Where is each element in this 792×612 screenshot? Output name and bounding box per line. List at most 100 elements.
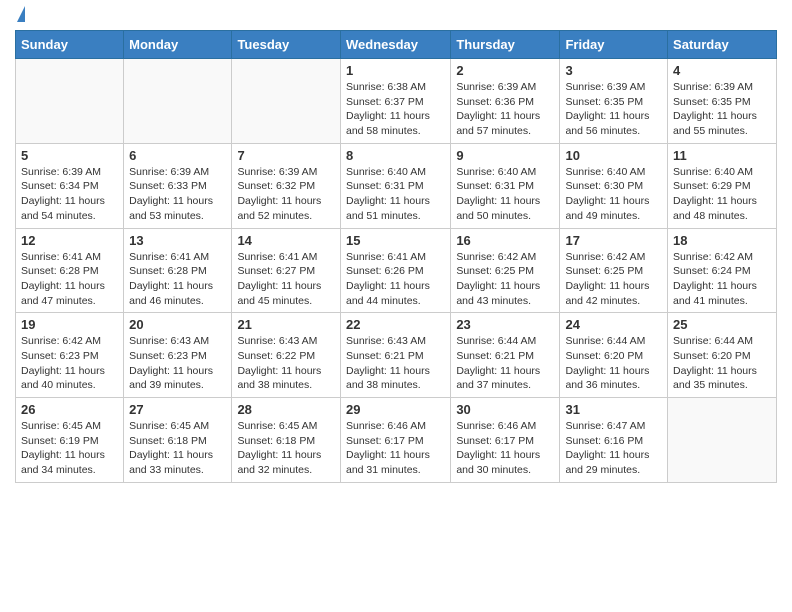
day-info: Sunrise: 6:40 AMSunset: 6:30 PMDaylight:…	[565, 165, 662, 224]
day-number: 25	[673, 317, 771, 332]
logo-text	[15, 10, 25, 22]
calendar-cell: 22 Sunrise: 6:43 AMSunset: 6:21 PMDayligh…	[340, 313, 450, 398]
calendar-cell: 3 Sunrise: 6:39 AMSunset: 6:35 PMDaylight…	[560, 59, 668, 144]
day-number: 5	[21, 148, 118, 163]
page: SundayMondayTuesdayWednesdayThursdayFrid…	[0, 0, 792, 612]
day-number: 10	[565, 148, 662, 163]
calendar-cell: 29 Sunrise: 6:46 AMSunset: 6:17 PMDayligh…	[340, 398, 450, 483]
day-info: Sunrise: 6:44 AMSunset: 6:20 PMDaylight:…	[673, 334, 771, 393]
calendar-cell: 27Sunrise: 6:45 AMSunset: 6:18 PMDayligh…	[124, 398, 232, 483]
day-number: 28	[237, 402, 335, 417]
day-info: Sunrise: 6:43 AMSunset: 6:23 PMDaylight:…	[129, 334, 226, 393]
calendar-cell	[232, 59, 341, 144]
day-info: Sunrise: 6:39 AMSunset: 6:35 PMDaylight:…	[673, 80, 771, 139]
calendar-cell: 25 Sunrise: 6:44 AMSunset: 6:20 PMDayligh…	[668, 313, 777, 398]
calendar-cell: 17 Sunrise: 6:42 AMSunset: 6:25 PMDayligh…	[560, 228, 668, 313]
calendar-cell: 1 Sunrise: 6:38 AMSunset: 6:37 PMDaylight…	[340, 59, 450, 144]
calendar-cell: 19 Sunrise: 6:42 AMSunset: 6:23 PMDayligh…	[16, 313, 124, 398]
calendar-cell: 4 Sunrise: 6:39 AMSunset: 6:35 PMDaylight…	[668, 59, 777, 144]
weekday-header-friday: Friday	[560, 31, 668, 59]
day-number: 16	[456, 233, 554, 248]
week-row-3: 19 Sunrise: 6:42 AMSunset: 6:23 PMDayligh…	[16, 313, 777, 398]
calendar-cell: 14Sunrise: 6:41 AMSunset: 6:27 PMDayligh…	[232, 228, 341, 313]
day-number: 31	[565, 402, 662, 417]
day-info: Sunrise: 6:38 AMSunset: 6:37 PMDaylight:…	[346, 80, 445, 139]
calendar-cell: 11 Sunrise: 6:40 AMSunset: 6:29 PMDayligh…	[668, 143, 777, 228]
day-info: Sunrise: 6:42 AMSunset: 6:23 PMDaylight:…	[21, 334, 118, 393]
logo	[15, 10, 25, 22]
weekday-header-row: SundayMondayTuesdayWednesdayThursdayFrid…	[16, 31, 777, 59]
day-info: Sunrise: 6:45 AMSunset: 6:18 PMDaylight:…	[237, 419, 335, 478]
calendar-cell	[124, 59, 232, 144]
day-number: 11	[673, 148, 771, 163]
day-info: Sunrise: 6:39 AMSunset: 6:35 PMDaylight:…	[565, 80, 662, 139]
day-info: Sunrise: 6:46 AMSunset: 6:17 PMDaylight:…	[456, 419, 554, 478]
calendar-cell: 21 Sunrise: 6:43 AMSunset: 6:22 PMDayligh…	[232, 313, 341, 398]
day-info: Sunrise: 6:41 AMSunset: 6:28 PMDaylight:…	[21, 250, 118, 309]
day-number: 15	[346, 233, 445, 248]
calendar-cell: 18Sunrise: 6:42 AMSunset: 6:24 PMDayligh…	[668, 228, 777, 313]
day-number: 9	[456, 148, 554, 163]
day-info: Sunrise: 6:42 AMSunset: 6:25 PMDaylight:…	[565, 250, 662, 309]
calendar-cell: 6Sunrise: 6:39 AMSunset: 6:33 PMDaylight…	[124, 143, 232, 228]
calendar-cell: 24Sunrise: 6:44 AMSunset: 6:20 PMDayligh…	[560, 313, 668, 398]
day-info: Sunrise: 6:41 AMSunset: 6:27 PMDaylight:…	[237, 250, 335, 309]
weekday-header-monday: Monday	[124, 31, 232, 59]
header	[15, 10, 777, 22]
day-info: Sunrise: 6:44 AMSunset: 6:20 PMDaylight:…	[565, 334, 662, 393]
day-info: Sunrise: 6:40 AMSunset: 6:31 PMDaylight:…	[346, 165, 445, 224]
day-info: Sunrise: 6:41 AMSunset: 6:26 PMDaylight:…	[346, 250, 445, 309]
day-info: Sunrise: 6:44 AMSunset: 6:21 PMDaylight:…	[456, 334, 554, 393]
day-number: 3	[565, 63, 662, 78]
calendar-cell: 26 Sunrise: 6:45 AMSunset: 6:19 PMDayligh…	[16, 398, 124, 483]
day-number: 20	[129, 317, 226, 332]
calendar-cell: 20 Sunrise: 6:43 AMSunset: 6:23 PMDayligh…	[124, 313, 232, 398]
week-row-0: 1 Sunrise: 6:38 AMSunset: 6:37 PMDaylight…	[16, 59, 777, 144]
weekday-header-sunday: Sunday	[16, 31, 124, 59]
weekday-header-wednesday: Wednesday	[340, 31, 450, 59]
calendar-table: SundayMondayTuesdayWednesdayThursdayFrid…	[15, 30, 777, 483]
calendar-cell: 30 Sunrise: 6:46 AMSunset: 6:17 PMDayligh…	[451, 398, 560, 483]
day-number: 7	[237, 148, 335, 163]
day-number: 18	[673, 233, 771, 248]
day-info: Sunrise: 6:45 AMSunset: 6:19 PMDaylight:…	[21, 419, 118, 478]
day-number: 19	[21, 317, 118, 332]
calendar-cell: 15 Sunrise: 6:41 AMSunset: 6:26 PMDayligh…	[340, 228, 450, 313]
day-number: 22	[346, 317, 445, 332]
day-number: 17	[565, 233, 662, 248]
calendar-cell: 12 Sunrise: 6:41 AMSunset: 6:28 PMDayligh…	[16, 228, 124, 313]
day-info: Sunrise: 6:39 AMSunset: 6:36 PMDaylight:…	[456, 80, 554, 139]
day-number: 26	[21, 402, 118, 417]
logo-triangle-icon	[17, 6, 25, 22]
calendar-cell: 9 Sunrise: 6:40 AMSunset: 6:31 PMDaylight…	[451, 143, 560, 228]
day-info: Sunrise: 6:40 AMSunset: 6:29 PMDaylight:…	[673, 165, 771, 224]
day-info: Sunrise: 6:40 AMSunset: 6:31 PMDaylight:…	[456, 165, 554, 224]
day-info: Sunrise: 6:39 AMSunset: 6:32 PMDaylight:…	[237, 165, 335, 224]
day-info: Sunrise: 6:43 AMSunset: 6:21 PMDaylight:…	[346, 334, 445, 393]
week-row-2: 12 Sunrise: 6:41 AMSunset: 6:28 PMDayligh…	[16, 228, 777, 313]
day-number: 29	[346, 402, 445, 417]
calendar-cell	[16, 59, 124, 144]
calendar-cell: 16Sunrise: 6:42 AMSunset: 6:25 PMDayligh…	[451, 228, 560, 313]
day-number: 23	[456, 317, 554, 332]
day-number: 4	[673, 63, 771, 78]
week-row-1: 5 Sunrise: 6:39 AMSunset: 6:34 PMDaylight…	[16, 143, 777, 228]
day-number: 8	[346, 148, 445, 163]
weekday-header-tuesday: Tuesday	[232, 31, 341, 59]
calendar-cell: 8 Sunrise: 6:40 AMSunset: 6:31 PMDaylight…	[340, 143, 450, 228]
calendar-cell: 2Sunrise: 6:39 AMSunset: 6:36 PMDaylight…	[451, 59, 560, 144]
week-row-4: 26 Sunrise: 6:45 AMSunset: 6:19 PMDayligh…	[16, 398, 777, 483]
day-info: Sunrise: 6:46 AMSunset: 6:17 PMDaylight:…	[346, 419, 445, 478]
day-number: 27	[129, 402, 226, 417]
day-info: Sunrise: 6:43 AMSunset: 6:22 PMDaylight:…	[237, 334, 335, 393]
calendar-cell: 5 Sunrise: 6:39 AMSunset: 6:34 PMDaylight…	[16, 143, 124, 228]
day-number: 12	[21, 233, 118, 248]
day-number: 1	[346, 63, 445, 78]
calendar-cell: 31Sunrise: 6:47 AMSunset: 6:16 PMDayligh…	[560, 398, 668, 483]
day-info: Sunrise: 6:39 AMSunset: 6:34 PMDaylight:…	[21, 165, 118, 224]
weekday-header-saturday: Saturday	[668, 31, 777, 59]
day-number: 30	[456, 402, 554, 417]
day-info: Sunrise: 6:41 AMSunset: 6:28 PMDaylight:…	[129, 250, 226, 309]
day-number: 21	[237, 317, 335, 332]
calendar-cell: 23 Sunrise: 6:44 AMSunset: 6:21 PMDayligh…	[451, 313, 560, 398]
